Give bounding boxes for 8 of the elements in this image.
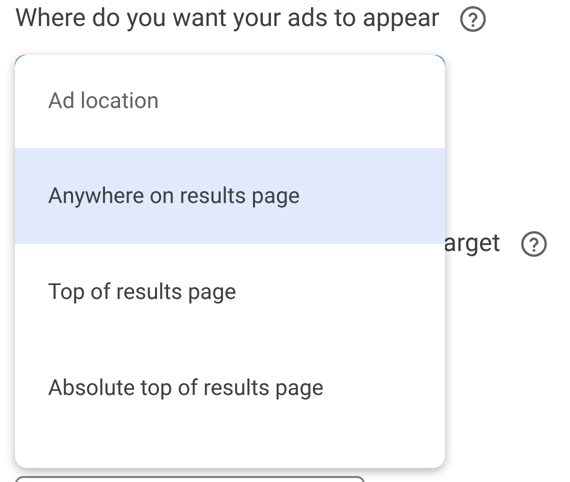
menu-item[interactable]: Absolute top of results page: [15, 340, 445, 436]
help-icon[interactable]: [459, 5, 488, 33]
field-label: arget: [443, 228, 500, 260]
menu-item[interactable]: Top of results page: [15, 244, 445, 340]
section-heading: Where do you want your ads to appear: [15, 3, 440, 36]
menu-item[interactable]: Anywhere on results page: [15, 148, 445, 244]
menu-header: Ad location: [48, 88, 159, 116]
help-icon[interactable]: [520, 230, 548, 258]
